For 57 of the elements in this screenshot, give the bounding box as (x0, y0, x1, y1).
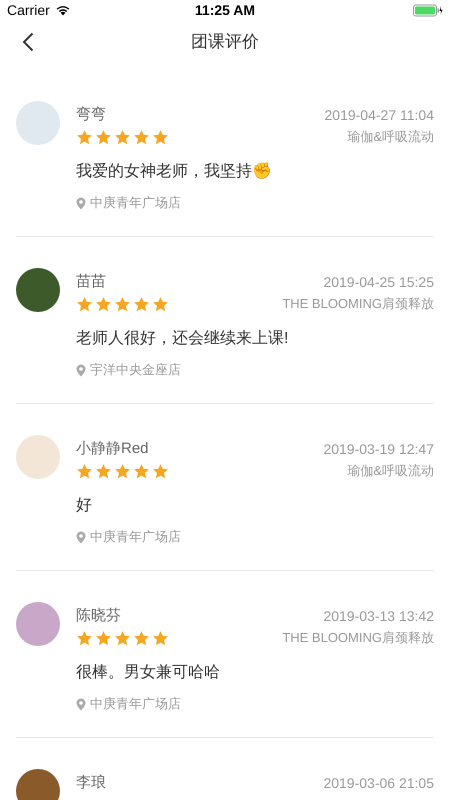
star-icon (76, 462, 93, 480)
avatar-image (16, 435, 60, 479)
star-icon (95, 128, 112, 146)
review-date: 2019-04-25 15:25 (323, 272, 434, 292)
location-pin-icon (76, 364, 86, 376)
star-icon (95, 296, 112, 312)
review-date: 2019-03-13 13:42 (323, 606, 434, 626)
review-text: 老师人很好，还会继续来上课! (76, 328, 290, 349)
star-icon (152, 462, 169, 480)
review-text: 很棒。男女兼可哈哈 (76, 663, 221, 683)
avatar-image (16, 769, 60, 800)
star-icon (114, 630, 131, 646)
store-location: 宇洋中央金座店 (90, 361, 181, 380)
course-name: 瑜伽&呼吸流动 (347, 128, 434, 146)
store-location: 中庚青年广场店 (90, 528, 181, 546)
star-icon (152, 630, 169, 646)
star-icon (114, 128, 131, 146)
avatar-image (16, 602, 60, 646)
reviewer-name: 李琅 (76, 772, 106, 793)
star-icon (133, 296, 150, 312)
store-location: 中庚青年广场店 (90, 194, 181, 212)
star-icon (133, 630, 150, 646)
review-date: 2019-03-06 21:05 (323, 774, 434, 792)
course-name: 瑜伽&呼吸流动 (347, 462, 434, 480)
review-date: 2019-04-27 11:04 (324, 106, 434, 124)
star-icon (152, 128, 169, 146)
avatar-image (16, 268, 60, 312)
star-icon (133, 128, 150, 146)
star-icon (76, 630, 93, 646)
page-title: 团课评价 (191, 31, 259, 54)
review-text: 我爱的女神老师，我坚持✊ (76, 161, 273, 182)
course-name: THE BLOOMING肩颈释放 (282, 629, 434, 648)
carrier-label: Carrier (7, 0, 50, 20)
star-icon (95, 630, 112, 646)
star-icon (133, 462, 150, 480)
clock-time: 11:25 AM (194, 0, 256, 20)
star-icon (76, 296, 93, 312)
wifi-icon (54, 4, 71, 16)
star-icon (152, 296, 169, 312)
avatar-image (16, 101, 60, 145)
star-icon (95, 462, 112, 480)
reviewer-name: 弯弯 (76, 104, 106, 125)
course-name: THE BLOOMING肩颈释放 (282, 295, 434, 314)
location-pin-icon (76, 530, 86, 544)
location-pin-icon (76, 196, 86, 210)
reviewer-name: 陈晓芬 (76, 606, 121, 626)
star-icon (114, 462, 131, 480)
review-date: 2019-03-19 12:47 (323, 440, 434, 458)
location-pin-icon (76, 698, 86, 710)
store-location: 中庚青年广场店 (90, 695, 181, 714)
battery-icon (413, 4, 443, 16)
reviewer-name: 小静静Red (76, 438, 149, 459)
review-text: 好 (76, 496, 93, 516)
back-chevron-icon (22, 32, 34, 52)
star-icon (114, 296, 131, 312)
star-icon (76, 128, 93, 146)
reviewer-name: 苗苗 (76, 272, 106, 292)
